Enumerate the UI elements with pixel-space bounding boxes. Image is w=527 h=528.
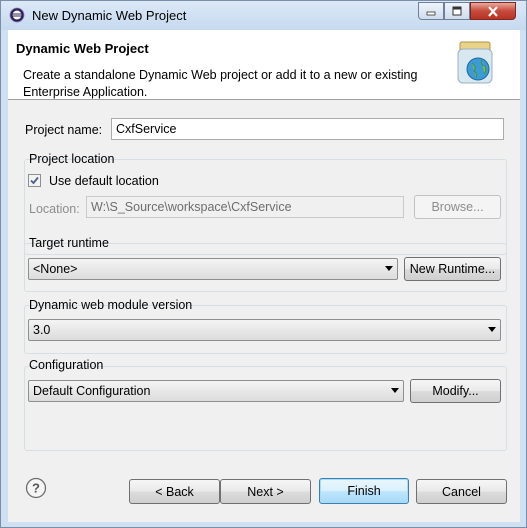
chevron-down-icon bbox=[391, 388, 399, 393]
module-version-select[interactable]: 3.0 bbox=[28, 319, 501, 341]
configuration-value: Default Configuration bbox=[33, 384, 151, 398]
target-runtime-select[interactable]: <None> bbox=[28, 258, 398, 280]
chevron-down-icon bbox=[488, 327, 496, 332]
close-button[interactable] bbox=[470, 2, 516, 20]
location-label: Location: bbox=[29, 202, 80, 216]
location-input[interactable]: W:\S_Source\workspace\CxfService bbox=[86, 196, 404, 218]
maximize-icon bbox=[452, 6, 462, 16]
module-version-title: Dynamic web module version bbox=[29, 298, 193, 312]
project-name-label: Project name: bbox=[25, 123, 103, 137]
project-location-title: Project location bbox=[29, 152, 115, 166]
minimize-button[interactable] bbox=[418, 2, 444, 20]
maximize-button[interactable] bbox=[444, 2, 470, 20]
target-runtime-value: <None> bbox=[33, 262, 78, 276]
dialog-window: New Dynamic Web Project Dynamic Web Proj… bbox=[0, 0, 527, 528]
configuration-title: Configuration bbox=[29, 358, 104, 372]
use-default-location-label: Use default location bbox=[49, 174, 159, 188]
chevron-down-icon bbox=[385, 266, 393, 271]
back-button[interactable]: < Back bbox=[129, 479, 220, 504]
project-name-input[interactable]: CxfService bbox=[111, 118, 504, 140]
page-description: Create a standalone Dynamic Web project … bbox=[23, 68, 418, 99]
new-runtime-button[interactable]: New Runtime... bbox=[404, 257, 501, 281]
browse-button[interactable]: Browse... bbox=[414, 195, 501, 219]
close-icon bbox=[488, 5, 498, 17]
use-default-location-checkbox[interactable] bbox=[28, 174, 41, 187]
target-runtime-title: Target runtime bbox=[29, 236, 109, 250]
modify-button[interactable]: Modify... bbox=[410, 379, 501, 403]
configuration-select[interactable]: Default Configuration bbox=[28, 380, 404, 402]
module-version-value: 3.0 bbox=[33, 323, 51, 337]
finish-button[interactable]: Finish bbox=[319, 478, 409, 504]
window-title: New Dynamic Web Project bbox=[32, 8, 187, 23]
minimize-icon bbox=[426, 11, 436, 16]
next-button[interactable]: Next > bbox=[220, 479, 311, 504]
cancel-button[interactable]: Cancel bbox=[416, 479, 507, 504]
help-icon[interactable]: ? bbox=[25, 477, 47, 499]
web-project-wizard-icon bbox=[457, 41, 493, 84]
eclipse-icon bbox=[9, 7, 25, 23]
page-title: Dynamic Web Project bbox=[16, 41, 149, 56]
dialog-body: Dynamic Web Project Create a standalone … bbox=[8, 30, 520, 522]
svg-text:?: ? bbox=[32, 481, 40, 496]
title-bar[interactable]: New Dynamic Web Project bbox=[1, 1, 526, 30]
wizard-header: Dynamic Web Project Create a standalone … bbox=[8, 30, 520, 100]
checkmark-icon bbox=[30, 176, 39, 185]
